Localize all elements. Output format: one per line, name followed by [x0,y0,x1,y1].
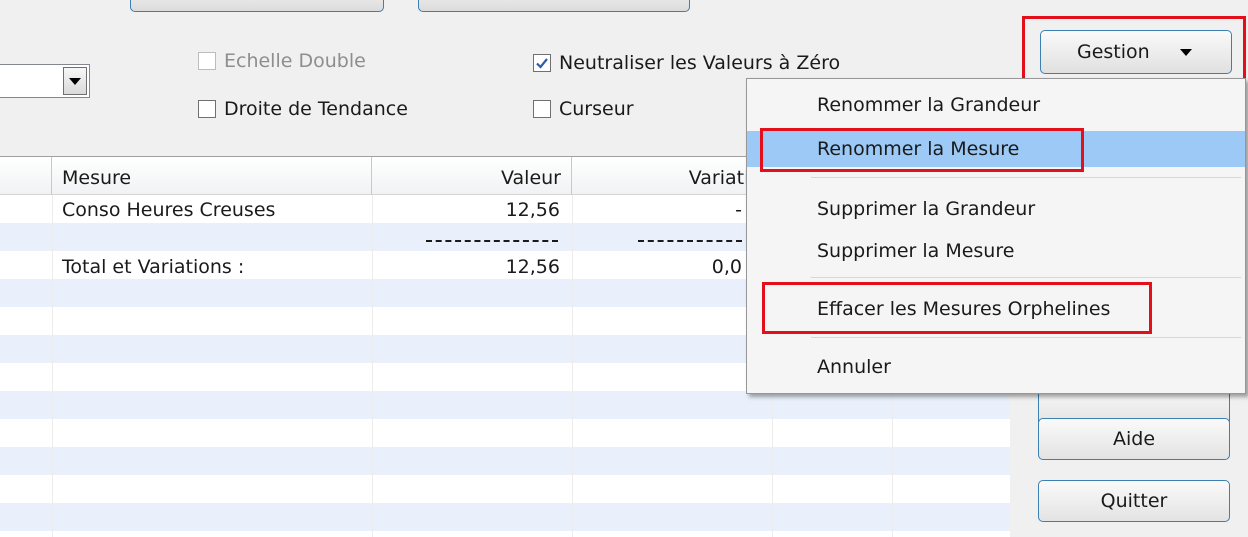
gestion-menu[interactable]: Renommer la Grandeur Renommer la Mesure … [746,78,1246,394]
aide-button[interactable]: Aide [1038,418,1230,460]
curseur-checkbox[interactable]: Curseur [533,98,634,120]
table-cell-mesure[interactable]: Conso Heures Creuses [62,199,275,221]
neutraliser-checkbox[interactable]: Neutraliser les Valeurs à Zéro [533,52,840,74]
combobox-dropdown-button[interactable] [63,67,87,95]
top-button-right[interactable] [418,0,690,12]
selector-combobox[interactable] [0,64,90,98]
menu-separator [811,177,1241,178]
top-button-left[interactable] [130,0,384,12]
menu-item-effacer-orphelines[interactable]: Effacer les Mesures Orphelines [747,291,1245,327]
subtotal-separator [426,240,558,242]
quitter-button[interactable]: Quitter [1038,480,1230,522]
checkmark-icon [536,58,548,69]
checkbox-box[interactable] [533,54,551,72]
grid-column-line [572,195,573,537]
menu-item-annuler[interactable]: Annuler [747,349,1245,385]
menu-item-renommer-mesure[interactable]: Renommer la Mesure [747,131,1245,167]
echelle-double-label: Echelle Double [224,50,366,72]
grid-column-line [372,195,373,537]
dropdown-arrow-icon [1179,48,1192,56]
column-header-mesure[interactable]: Mesure [52,157,372,195]
column-header-blank[interactable] [0,157,52,195]
table-cell-valeur[interactable]: 12,56 [380,199,560,221]
droite-tendance-checkbox[interactable]: Droite de Tendance [198,98,408,120]
grid-stripe [0,447,1010,475]
column-header-variation[interactable]: Variatio [572,157,772,195]
table-cell-total-variation[interactable]: 0,0 [580,256,742,278]
menu-item-supprimer-grandeur[interactable]: Supprimer la Grandeur [747,191,1245,227]
echelle-double-checkbox: Echelle Double [198,50,366,72]
table-cell-total-valeur[interactable]: 12,56 [380,256,560,278]
subtotal-separator [638,240,742,242]
table-cell-total-label[interactable]: Total et Variations : [62,256,244,278]
checkbox-box[interactable] [198,100,216,118]
column-header-valeur[interactable]: Valeur [372,157,572,195]
menu-separator [811,277,1241,278]
grid-stripe [0,503,1010,531]
gestion-button[interactable]: Gestion [1040,30,1232,74]
checkbox-box [198,52,216,70]
grid-column-line [52,195,53,537]
grid-stripe [0,391,1010,419]
checkbox-box[interactable] [533,100,551,118]
menu-item-renommer-grandeur[interactable]: Renommer la Grandeur [747,87,1245,123]
curseur-label: Curseur [559,98,634,120]
menu-item-supprimer-mesure[interactable]: Supprimer la Mesure [747,233,1245,269]
neutraliser-label: Neutraliser les Valeurs à Zéro [559,52,841,74]
table-cell-variation[interactable]: - [580,199,742,221]
chevron-down-icon [69,77,81,85]
menu-separator [811,337,1241,338]
droite-tendance-label: Droite de Tendance [224,98,408,120]
